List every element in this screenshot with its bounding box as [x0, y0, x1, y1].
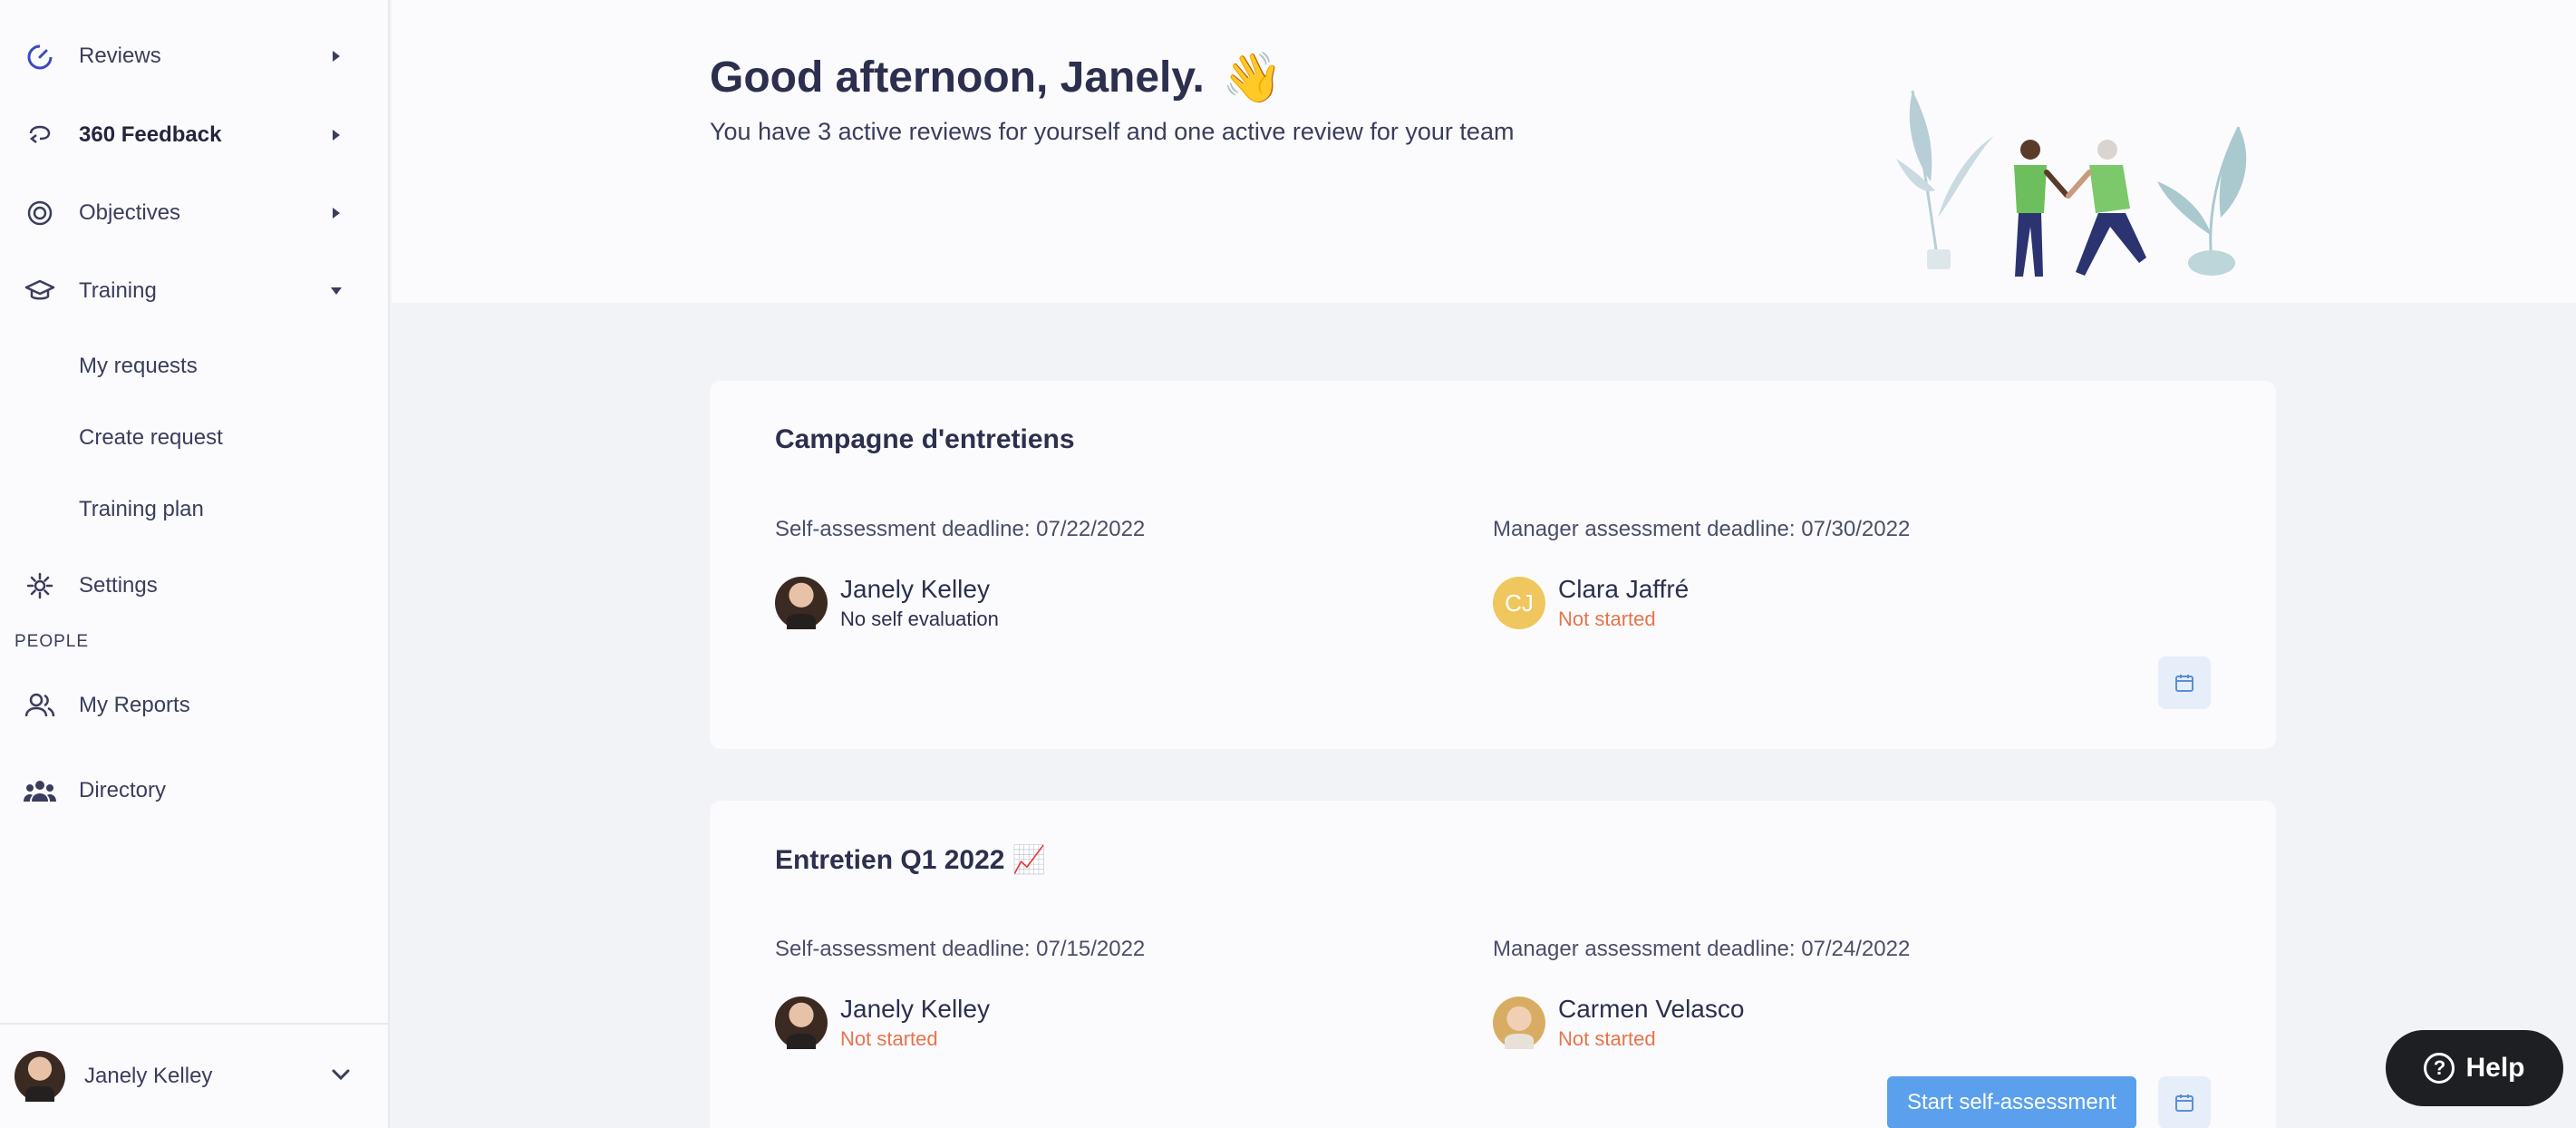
caret-right-icon [330, 207, 343, 219]
avatar [775, 997, 828, 1049]
review-card: Entretien Q1 2022 📈 Self-assessment dead… [710, 801, 2276, 1128]
sidebar-item-reviews[interactable]: Reviews [0, 24, 388, 88]
people-walking-illustration [1896, 90, 2247, 277]
self-reviewee[interactable]: Janely Kelley No self evaluation [775, 575, 1228, 633]
gauge-icon [24, 40, 56, 73]
help-label: Help [2465, 1053, 2525, 1083]
self-assessment-deadline: Self-assessment deadline: 07/15/2022 [775, 937, 1146, 961]
review-title: Campagne d'entretiens [775, 424, 1075, 454]
sidebar-item-label: 360 Feedback [79, 122, 222, 147]
question-icon: ? [2424, 1053, 2455, 1084]
self-reviewee[interactable]: Janely Kelley Not started [775, 995, 1228, 1053]
avatar [775, 577, 828, 629]
sidebar-item-directory[interactable]: Directory [0, 759, 388, 822]
status-text: Not started [1558, 608, 1656, 630]
sidebar-item-label: Directory [79, 778, 167, 802]
sidebar-item-label: My Reports [79, 693, 190, 717]
self-assessment-deadline: Self-assessment deadline: 07/22/2022 [775, 517, 1146, 541]
help-button[interactable]: ? Help [2386, 1030, 2563, 1106]
sidebar-subitem-training-plan[interactable]: Training plan [0, 482, 388, 537]
target-icon [24, 197, 56, 229]
graduation-cap-icon [24, 275, 56, 307]
user-name: Janely Kelley [84, 1064, 213, 1088]
start-self-assessment-button[interactable]: Start self-assessment [1887, 1076, 2136, 1128]
person-name: Janely Kelley [840, 995, 990, 1023]
calendar-button[interactable] [2158, 1076, 2211, 1128]
sidebar-item-360-feedback[interactable]: 360 Feedback [0, 103, 388, 167]
person-name: Clara Jaffré [1558, 575, 1690, 603]
sidebar-subitem-label: Training plan [79, 497, 204, 521]
caret-down-icon [330, 285, 343, 297]
person-name: Janely Kelley [840, 575, 990, 603]
avatar [1493, 997, 1545, 1049]
review-card: Campagne d'entretiens Self-assessment de… [710, 381, 2276, 749]
gear-icon [24, 569, 56, 602]
chevron-down-icon [332, 1068, 350, 1084]
calendar-button[interactable] [2158, 656, 2211, 709]
status-text: Not started [1558, 1027, 1656, 1050]
feedback-loop-icon [24, 119, 56, 151]
calendar-icon [2175, 1094, 2193, 1112]
sidebar-subitem-create-request[interactable]: Create request [0, 411, 388, 465]
page-subtitle: You have 3 active reviews for yourself a… [710, 118, 1515, 145]
caret-right-icon [330, 50, 343, 63]
status-text: Not started [840, 1027, 938, 1050]
caret-right-icon [330, 129, 343, 141]
sidebar-item-label: Reviews [79, 44, 161, 68]
waving-hand-emoji: 👋 [1222, 51, 1283, 105]
sidebar-item-label: Training [79, 278, 157, 303]
avatar-initials: CJ [1493, 577, 1545, 629]
person-name: Carmen Velasco [1558, 995, 1745, 1023]
sidebar-item-training[interactable]: Training [0, 259, 388, 323]
manager-assessment-deadline: Manager assessment deadline: 07/30/2022 [1493, 517, 1911, 541]
status-text: No self evaluation [840, 608, 999, 630]
sidebar-item-objectives[interactable]: Objectives [0, 181, 388, 245]
manager-assessment-deadline: Manager assessment deadline: 07/24/2022 [1493, 937, 1911, 961]
sidebar-item-settings[interactable]: Settings [0, 554, 388, 617]
sidebar: Reviews 360 Feedback Objectives Training… [0, 0, 390, 1128]
calendar-icon [2175, 675, 2193, 692]
manager-reviewer[interactable]: CJ Clara Jaffré Not started [1493, 575, 1946, 633]
sidebar-item-label: Objectives [79, 200, 181, 225]
review-title: Entretien Q1 2022 📈 [775, 845, 1047, 875]
sidebar-subitem-my-requests[interactable]: My requests [0, 339, 388, 394]
sidebar-subitem-label: Create request [79, 425, 223, 450]
page-title: Good afternoon, Janely. [710, 53, 1205, 102]
sidebar-subitem-label: My requests [79, 354, 198, 378]
avatar [15, 1051, 65, 1102]
manager-reviewer[interactable]: Carmen Velasco Not started [1493, 995, 1946, 1053]
sidebar-item-label: Settings [79, 573, 158, 598]
sidebar-section-people: PEOPLE [15, 632, 90, 651]
team-icon [24, 774, 56, 807]
sidebar-item-my-reports[interactable]: My Reports [0, 674, 388, 737]
users-icon [24, 689, 56, 722]
user-menu[interactable]: Janely Kelley [0, 1023, 388, 1128]
